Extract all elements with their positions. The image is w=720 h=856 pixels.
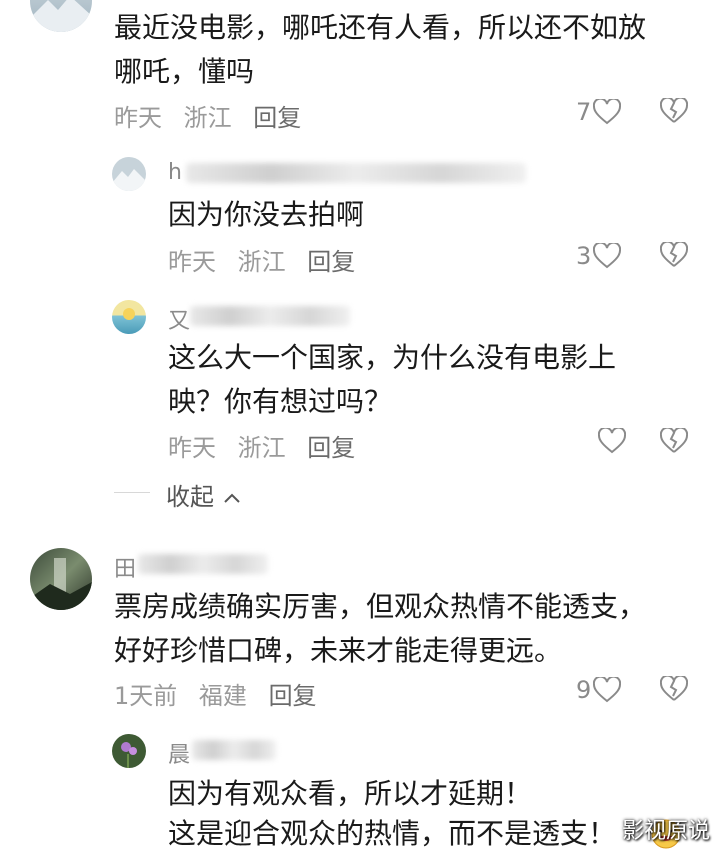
user-name[interactable]: 田 <box>114 551 136 583</box>
like-count: 9 <box>576 676 592 704</box>
comment-location: 福建 <box>198 682 247 710</box>
comment-meta: 昨天 浙江 回复 <box>114 98 315 133</box>
comment-text: 这是迎合观众的热情，而不是透支！ <box>168 817 617 850</box>
comment-date: 昨天 <box>114 104 162 132</box>
chevron-up-icon <box>223 493 240 503</box>
broken-heart-icon <box>659 240 689 267</box>
avatar[interactable] <box>30 548 92 610</box>
blurred-username <box>190 306 350 326</box>
comment-date: 1天前 <box>114 682 178 710</box>
reply-button[interactable]: 回复 <box>269 682 317 710</box>
comment-meta: 昨天 浙江 回复 <box>168 242 369 277</box>
like-button[interactable]: 3 <box>576 242 622 270</box>
comment-date: 昨天 <box>168 248 216 276</box>
collapse-replies-button[interactable]: 收起 <box>166 477 242 512</box>
blurred-username <box>192 740 276 760</box>
comment-location: 浙江 <box>237 248 286 276</box>
comment-text: 这么大一个国家，为什么没有电影上 <box>168 341 617 374</box>
comment-text: 因为有观众看，所以才延期！ <box>168 777 533 810</box>
comment-text: 票房成绩确实厉害，但观众热情不能透支， <box>114 590 647 623</box>
heart-icon <box>593 677 622 703</box>
avatar[interactable] <box>112 300 146 334</box>
blurred-username <box>186 163 526 183</box>
user-name[interactable]: h <box>168 160 182 185</box>
broken-heart-icon <box>659 426 689 453</box>
landscape-avatar-icon <box>30 558 92 610</box>
reply-button[interactable]: 回复 <box>307 434 355 462</box>
user-name[interactable]: 又 <box>168 303 190 335</box>
comment-location: 浙江 <box>183 104 232 132</box>
broken-heart-icon <box>659 674 689 701</box>
user-name[interactable]: 晨 <box>168 737 190 769</box>
mountain-avatar-icon <box>112 169 146 191</box>
reply-button[interactable]: 回复 <box>253 104 301 132</box>
watermark: 影视原说 <box>621 819 710 844</box>
dislike-button[interactable] <box>659 240 689 272</box>
divider <box>114 492 150 493</box>
heart-icon <box>598 428 626 454</box>
like-button[interactable]: 9 <box>576 676 622 704</box>
comment-text: 最近没电影，哪吒还有人看，所以还不如放 <box>114 11 647 44</box>
like-button[interactable] <box>596 428 626 454</box>
comment-meta: 1天前 福建 回复 <box>114 676 331 711</box>
heart-icon <box>593 99 622 125</box>
mountain-avatar-icon <box>30 0 92 32</box>
avatar[interactable] <box>30 0 92 32</box>
comment-text: 映？你有想过吗？ <box>168 385 393 418</box>
comment-date: 昨天 <box>168 434 216 462</box>
dislike-button[interactable] <box>659 96 689 128</box>
reply-button[interactable]: 回复 <box>307 248 355 276</box>
comment-location: 浙江 <box>237 434 286 462</box>
sun-avatar-icon <box>123 308 135 320</box>
like-count: 3 <box>576 242 592 270</box>
heart-icon <box>593 243 622 269</box>
comment-text: 哪吒，懂吗 <box>114 55 255 88</box>
like-button[interactable]: 7 <box>576 98 622 126</box>
like-count: 7 <box>576 98 592 126</box>
avatar[interactable] <box>112 734 146 768</box>
comment-text: 好好珍惜口碑，未来才能走得更远。 <box>114 634 563 667</box>
collapse-label: 收起 <box>166 483 214 511</box>
avatar[interactable] <box>112 157 146 191</box>
broken-heart-icon <box>659 96 689 123</box>
comment-text: 因为你没去拍啊 <box>168 198 365 231</box>
dislike-button[interactable] <box>659 426 689 458</box>
dislike-button[interactable] <box>659 674 689 706</box>
blurred-username <box>138 554 268 574</box>
flower-avatar-icon <box>121 742 137 768</box>
comment-meta: 昨天 浙江 回复 <box>168 428 369 463</box>
